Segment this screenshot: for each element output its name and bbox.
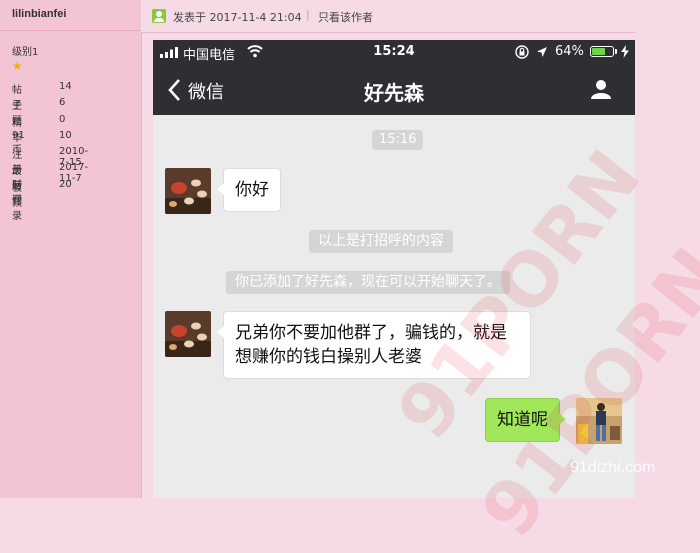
post-date: 发表于 2017-11-4 21:04 (173, 11, 302, 24)
chat-bubble-incoming[interactable]: 兄弟你不要加他群了，骗钱的，就是想赚你的钱白操别人老婆 (217, 311, 531, 379)
stat-value: 6 (59, 97, 66, 109)
sidebar-divider (0, 30, 141, 31)
stat-value: 0 (59, 113, 66, 125)
rotation-lock-icon (515, 45, 529, 59)
system-message: 以上是打招呼的内容 (309, 230, 453, 253)
my-avatar[interactable] (576, 398, 622, 444)
stat-value: 10 (59, 129, 72, 141)
battery-tip (615, 49, 617, 54)
chat-bubble-outgoing[interactable]: 知道呢 (485, 398, 566, 442)
author-only-link[interactable]: 只看该作者 (318, 9, 373, 25)
chat-screenshot: 中国电信 15:24 64% 微信 好先森 15:16 你好 以上是打招呼的内容… (153, 40, 635, 498)
person-photo-avatar-icon (576, 398, 622, 444)
battery-fill (592, 48, 605, 55)
location-arrow-icon (537, 47, 547, 57)
chat-bubble-incoming[interactable]: 你好 (217, 168, 281, 212)
username-link[interactable]: lilinbianfei (12, 8, 66, 20)
post-background (635, 32, 700, 498)
stat-value: 14 (59, 81, 72, 92)
post-user-icon (152, 9, 166, 23)
battery-icon (590, 46, 614, 57)
header-separator: | (306, 8, 310, 21)
site-watermark: 91dizhi.com (570, 459, 656, 476)
status-bar: 中国电信 15:24 64% (153, 40, 635, 65)
charging-icon (621, 45, 629, 58)
user-level: 级别1 (12, 47, 39, 58)
post-header: 发表于 2017-11-4 21:04 | 只看该作者 (141, 0, 700, 33)
stat-value: 20 (59, 178, 72, 190)
chat-timestamp: 15:16 (372, 130, 424, 150)
tea-set-avatar-icon (165, 168, 211, 214)
profile-icon[interactable] (590, 78, 612, 100)
contact-avatar[interactable] (165, 311, 211, 357)
user-sidebar: lilinbianfei 级别1 ★ 帖子 14 主题 6 精华 0 91币 10 注册… (0, 0, 142, 498)
chat-title: 好先森 (364, 81, 424, 105)
chat-nav-bar: 微信 好先森 (153, 65, 635, 115)
battery-percent: 64% (555, 44, 584, 59)
system-message: 你已添加了好先森，现在可以开始聊天了。 (226, 271, 510, 294)
contact-avatar[interactable] (165, 168, 211, 214)
stat-label: 被顶 (12, 182, 22, 209)
tea-set-avatar-icon (165, 311, 211, 357)
star-icon: ★ (12, 59, 23, 73)
